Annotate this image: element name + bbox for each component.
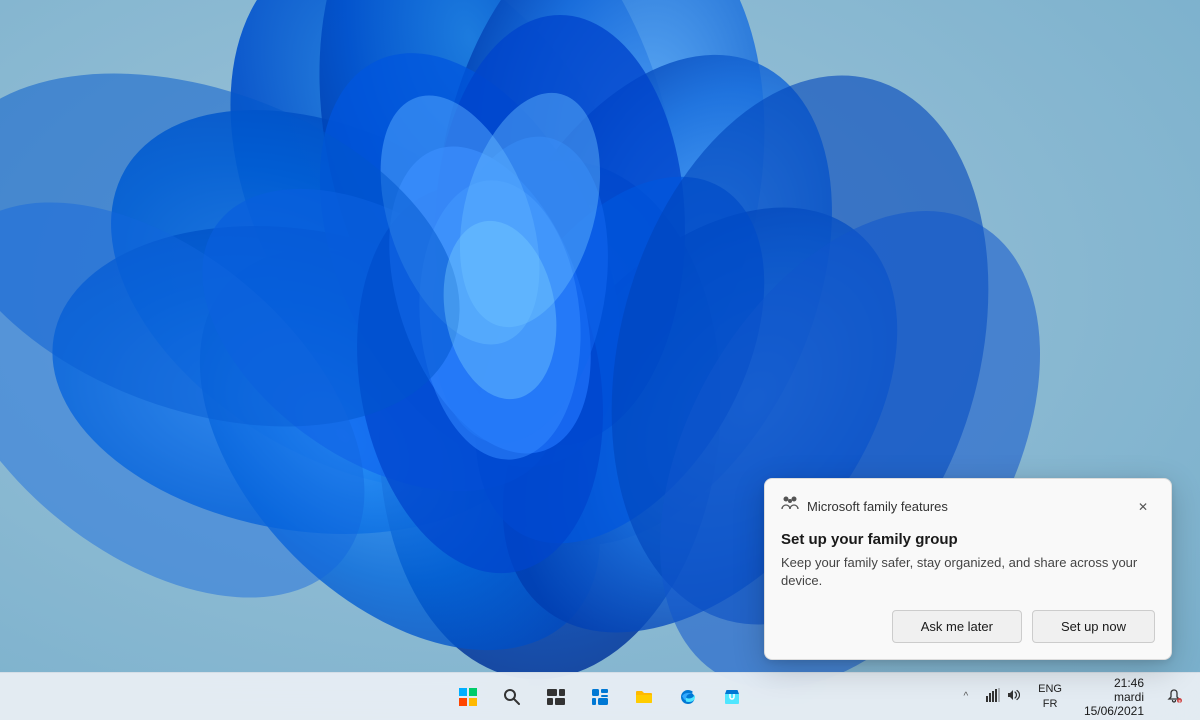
lang-line2: FR — [1043, 697, 1058, 711]
popup-buttons: Ask me later Set up now — [781, 610, 1155, 643]
ask-later-button[interactable]: Ask me later — [892, 610, 1022, 643]
notification-popup: Microsoft family features ✕ Set up your … — [764, 478, 1172, 660]
popup-title: Microsoft family features — [807, 499, 948, 514]
taskbar: ^ — [0, 672, 1200, 720]
chevron-tray-button[interactable]: ^ — [957, 687, 974, 706]
start-button[interactable] — [448, 677, 488, 717]
notification-center-button[interactable]: 3 — [1156, 679, 1192, 715]
taskbar-center — [448, 677, 752, 717]
popup-close-button[interactable]: ✕ — [1131, 495, 1155, 519]
store-button[interactable] — [712, 677, 752, 717]
popup-header: Microsoft family features ✕ — [781, 495, 1155, 519]
task-view-button[interactable] — [536, 677, 576, 717]
popup-title-row: Microsoft family features — [781, 496, 948, 517]
search-button[interactable] — [492, 677, 532, 717]
language-indicator[interactable]: ENG FR — [1032, 680, 1068, 713]
edge-button[interactable] — [668, 677, 708, 717]
lang-line1: ENG — [1038, 682, 1062, 696]
family-icon — [781, 496, 799, 517]
system-tray[interactable] — [978, 684, 1028, 709]
volume-tray-icon — [1004, 688, 1022, 705]
taskbar-right: ^ — [957, 674, 1192, 720]
widgets-button[interactable] — [580, 677, 620, 717]
network-tray-icon — [984, 688, 1002, 705]
clock-area[interactable]: 21:46 mardi 15/06/2021 — [1072, 674, 1152, 720]
popup-body: Keep your family safer, stay organized, … — [781, 554, 1155, 590]
popup-heading: Set up your family group — [781, 531, 1155, 548]
clock-time: 21:46 — [1114, 676, 1144, 690]
clock-date-day: mardi — [1114, 690, 1144, 704]
clock-date-date: 15/06/2021 — [1084, 704, 1144, 718]
file-explorer-button[interactable] — [624, 677, 664, 717]
desktop: ^ — [0, 0, 1200, 720]
setup-now-button[interactable]: Set up now — [1032, 610, 1155, 643]
